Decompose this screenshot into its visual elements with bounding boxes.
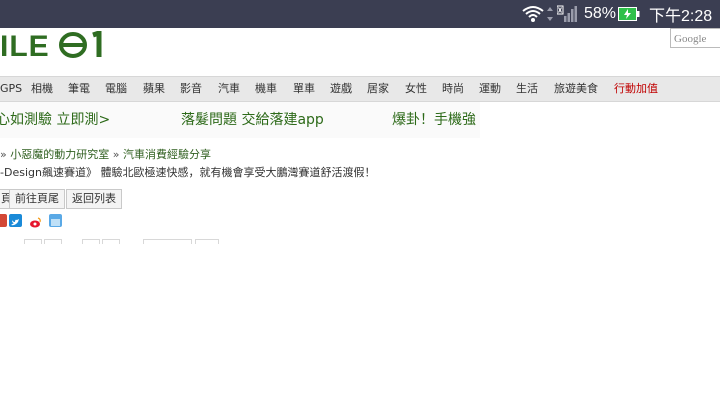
ad-link-quiz[interactable]: 心如測驗 立即測> [0,102,110,138]
plurk-icon[interactable] [49,214,62,227]
nav-item-sports[interactable]: 運動 [479,77,501,101]
twitter-icon[interactable] [9,214,22,227]
nav-item-home[interactable]: 居家 [367,77,389,101]
ad-link-hairloss[interactable]: 落髮問題 交給落建app [181,102,324,138]
gplus-icon[interactable] [0,214,7,227]
site-logo[interactable]: ILE [0,29,107,64]
nav-item-games[interactable]: 遊戲 [330,77,352,101]
nav-item-bicycle[interactable]: 單車 [293,77,315,101]
topic-title: -Design飆速賽道》 體驗北歐極速快感，就有機會享受大鵬灣賽道舒活渡假！ [0,166,376,179]
ad-link-phone[interactable]: 爆卦！手機強 [392,102,476,138]
weibo-icon[interactable] [29,214,42,228]
wifi-icon [522,0,544,28]
nav-item-motorcycle[interactable]: 機車 [255,77,277,101]
main-nav: GPS 相機 筆電 電腦 蘋果 影音 汽車 機車 單車 遊戲 居家 女性 時尚 … [0,76,720,102]
signal-icon [557,0,577,28]
battery-percent: 58% [584,5,617,22]
nav-item-av[interactable]: 影音 [180,77,202,101]
nav-item-apple[interactable]: 蘋果 [143,77,165,101]
pager-item[interactable] [143,239,192,244]
google-search-box[interactable]: Google [670,28,720,48]
breadcrumb-forum-link[interactable]: 小惡魔的動力研究室 [10,148,109,161]
nav-item-computer[interactable]: 電腦 [105,77,127,101]
go-to-bottom-button[interactable]: 前往頁尾 [9,189,65,209]
nav-item-travel-food[interactable]: 旅遊美食 [554,77,598,101]
nav-item-notebook[interactable]: 筆電 [68,77,90,101]
nav-item-women[interactable]: 女性 [405,77,427,101]
breadcrumb-separator: » [112,148,120,161]
web-page: ILE Google GPS 相機 筆電 電腦 蘋果 影音 汽車 機車 單車 遊… [0,28,720,405]
ad-banner: 心如測驗 立即測> 落髮問題 交給落建app 爆卦！手機強 [0,102,480,138]
nav-item-car[interactable]: 汽車 [218,77,240,101]
pager-item[interactable] [195,239,219,244]
clock: 下午2:28 [649,8,713,25]
battery-charging-icon [618,0,640,28]
breadcrumb: » 小惡魔的動力研究室 » 汽車消費經驗分享 [0,146,211,162]
breadcrumb-separator: » [0,148,7,161]
pager-item[interactable] [44,239,62,244]
logo-text: ILE [0,30,50,63]
nav-item-life[interactable]: 生活 [516,77,538,101]
nav-item-fashion[interactable]: 時尚 [442,77,464,101]
data-arrows-icon [546,0,554,28]
nav-item-mobile-plus[interactable]: 行動加值 [614,77,658,101]
status-bar: 58% 下午2:28 [0,0,720,28]
pager-item[interactable] [24,239,42,244]
back-to-list-button[interactable]: 返回列表 [66,189,122,209]
nav-item-camera[interactable]: 相機 [31,77,53,101]
pager-item[interactable] [102,239,120,244]
logo-01-mark [50,29,107,63]
nav-item-gps[interactable]: GPS [0,77,22,101]
pager-item[interactable] [82,239,100,244]
breadcrumb-board-link[interactable]: 汽車消費經驗分享 [123,148,211,161]
